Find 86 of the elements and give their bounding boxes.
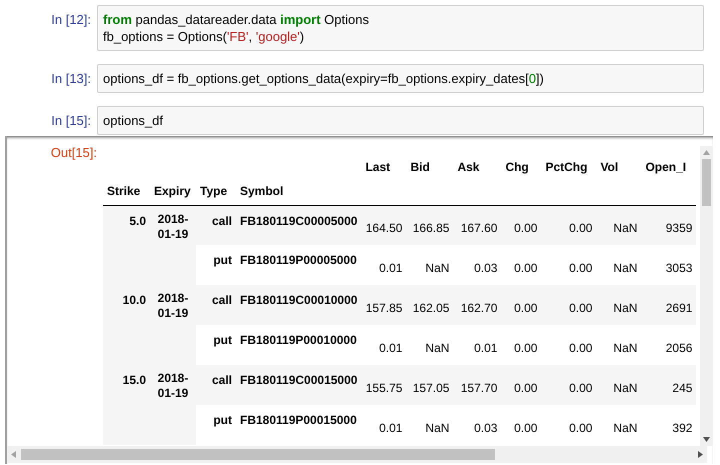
table-cell: 2056 — [641, 325, 696, 365]
table-cell: 2691 — [641, 285, 696, 325]
table-cell: 0.03 — [453, 405, 502, 445]
strike-cell: 15.0 — [103, 365, 150, 445]
type-cell: put — [196, 405, 236, 445]
output-prompt: Out[15]: — [50, 144, 98, 162]
symbol-cell: FB180119C00015000 — [236, 365, 362, 405]
horizontal-scrollbar[interactable] — [7, 446, 707, 463]
symbol-cell: FB180119P00015000 — [236, 405, 362, 445]
table-cell: 0.01 — [361, 245, 406, 285]
column-header: Vol — [599, 159, 620, 176]
scrollbar-thumb[interactable] — [702, 159, 711, 206]
scroll-up-icon[interactable] — [703, 150, 710, 155]
table-cell: 0.00 — [541, 365, 596, 405]
table-cell: 0.00 — [501, 245, 542, 285]
type-cell: put — [196, 325, 236, 365]
code-input[interactable]: from pandas_datareader.data import Options fb_options = Options('FB', 'google') — [97, 5, 704, 51]
scroll-down-icon[interactable] — [703, 437, 710, 442]
table-cell: 0.00 — [501, 205, 542, 245]
table-cell: 0.00 — [541, 245, 596, 285]
table-cell: 157.05 — [406, 365, 454, 405]
table-cell: 0.00 — [541, 285, 596, 325]
symbol-cell: FB180119C00005000 — [236, 205, 362, 245]
code-input[interactable]: options_df — [97, 106, 704, 135]
table-cell: 0.00 — [541, 405, 596, 445]
symbol-cell: FB180119P00005000 — [236, 245, 362, 285]
type-cell: call — [196, 285, 236, 325]
table-cell: 0.00 — [501, 365, 542, 405]
table-cell: 166.85 — [406, 205, 454, 245]
column-header: PctChg — [544, 159, 588, 176]
column-header: Open_I — [644, 159, 688, 176]
table-cell: 164.50 — [361, 205, 406, 245]
table-cell: 162.70 — [453, 285, 502, 325]
symbol-cell: FB180119C00010000 — [236, 285, 362, 325]
table-cell: 0.00 — [501, 405, 542, 445]
strike-cell: 5.0 — [103, 205, 150, 285]
input-prompt: In [15]: — [50, 112, 92, 129]
column-header: Bid — [409, 159, 431, 176]
index-header: Strike — [103, 178, 150, 205]
table-cell: NaN — [596, 245, 642, 285]
table-cell: NaN — [596, 365, 642, 405]
table-cell: NaN — [596, 405, 642, 445]
scrollbar-thumb[interactable] — [21, 449, 495, 460]
table-cell: 0.01 — [453, 325, 502, 365]
table-cell: NaN — [596, 325, 642, 365]
expiry-cell: 2018-01-19 — [150, 285, 196, 365]
table-cell: 167.60 — [453, 205, 502, 245]
table-cell: NaN — [406, 325, 454, 365]
table-cell: 0.00 — [541, 205, 596, 245]
index-header: Type — [196, 178, 236, 205]
table-cell: 0.00 — [501, 325, 542, 365]
table-cell: 0.00 — [501, 285, 542, 325]
table-cell: 0.00 — [541, 325, 596, 365]
scroll-right-icon[interactable] — [698, 451, 703, 458]
input-prompt: In [12]: — [50, 11, 92, 28]
table-cell: NaN — [406, 405, 454, 445]
scroll-left-icon[interactable] — [11, 451, 16, 458]
table-cell: 155.75 — [361, 365, 406, 405]
input-prompt: In [13]: — [50, 70, 92, 87]
index-header: Symbol — [236, 178, 362, 205]
table-cell: 3053 — [641, 245, 696, 285]
expiry-cell: 2018-01-19 — [150, 205, 196, 285]
table-cell: NaN — [596, 205, 642, 245]
vertical-scrollbar[interactable] — [700, 146, 713, 446]
code-input[interactable]: options_df = fb_options.get_options_data(expiry=fb_options.expiry_dates[0]) — [97, 64, 704, 93]
column-header: Ask — [456, 159, 480, 176]
type-cell: call — [196, 365, 236, 405]
table-cell: NaN — [406, 245, 454, 285]
table-cell: NaN — [596, 285, 642, 325]
table-cell: 162.05 — [406, 285, 454, 325]
column-header: Last — [364, 159, 392, 176]
expiry-cell: 2018-01-19 — [150, 365, 196, 445]
table-cell: 9359 — [641, 205, 696, 245]
index-header: Expiry — [150, 178, 196, 205]
type-cell: call — [196, 205, 236, 245]
table-cell: 0.01 — [361, 405, 406, 445]
table-cell: 0.01 — [361, 325, 406, 365]
table-cell: 392 — [641, 405, 696, 445]
strike-cell: 10.0 — [103, 285, 150, 365]
column-header: Chg — [504, 159, 530, 176]
table-cell: 245 — [641, 365, 696, 405]
type-cell: put — [196, 245, 236, 285]
table-cell: 157.85 — [361, 285, 406, 325]
table-cell: 157.70 — [453, 365, 502, 405]
symbol-cell: FB180119P00010000 — [236, 325, 362, 365]
table-cell: 0.03 — [453, 245, 502, 285]
